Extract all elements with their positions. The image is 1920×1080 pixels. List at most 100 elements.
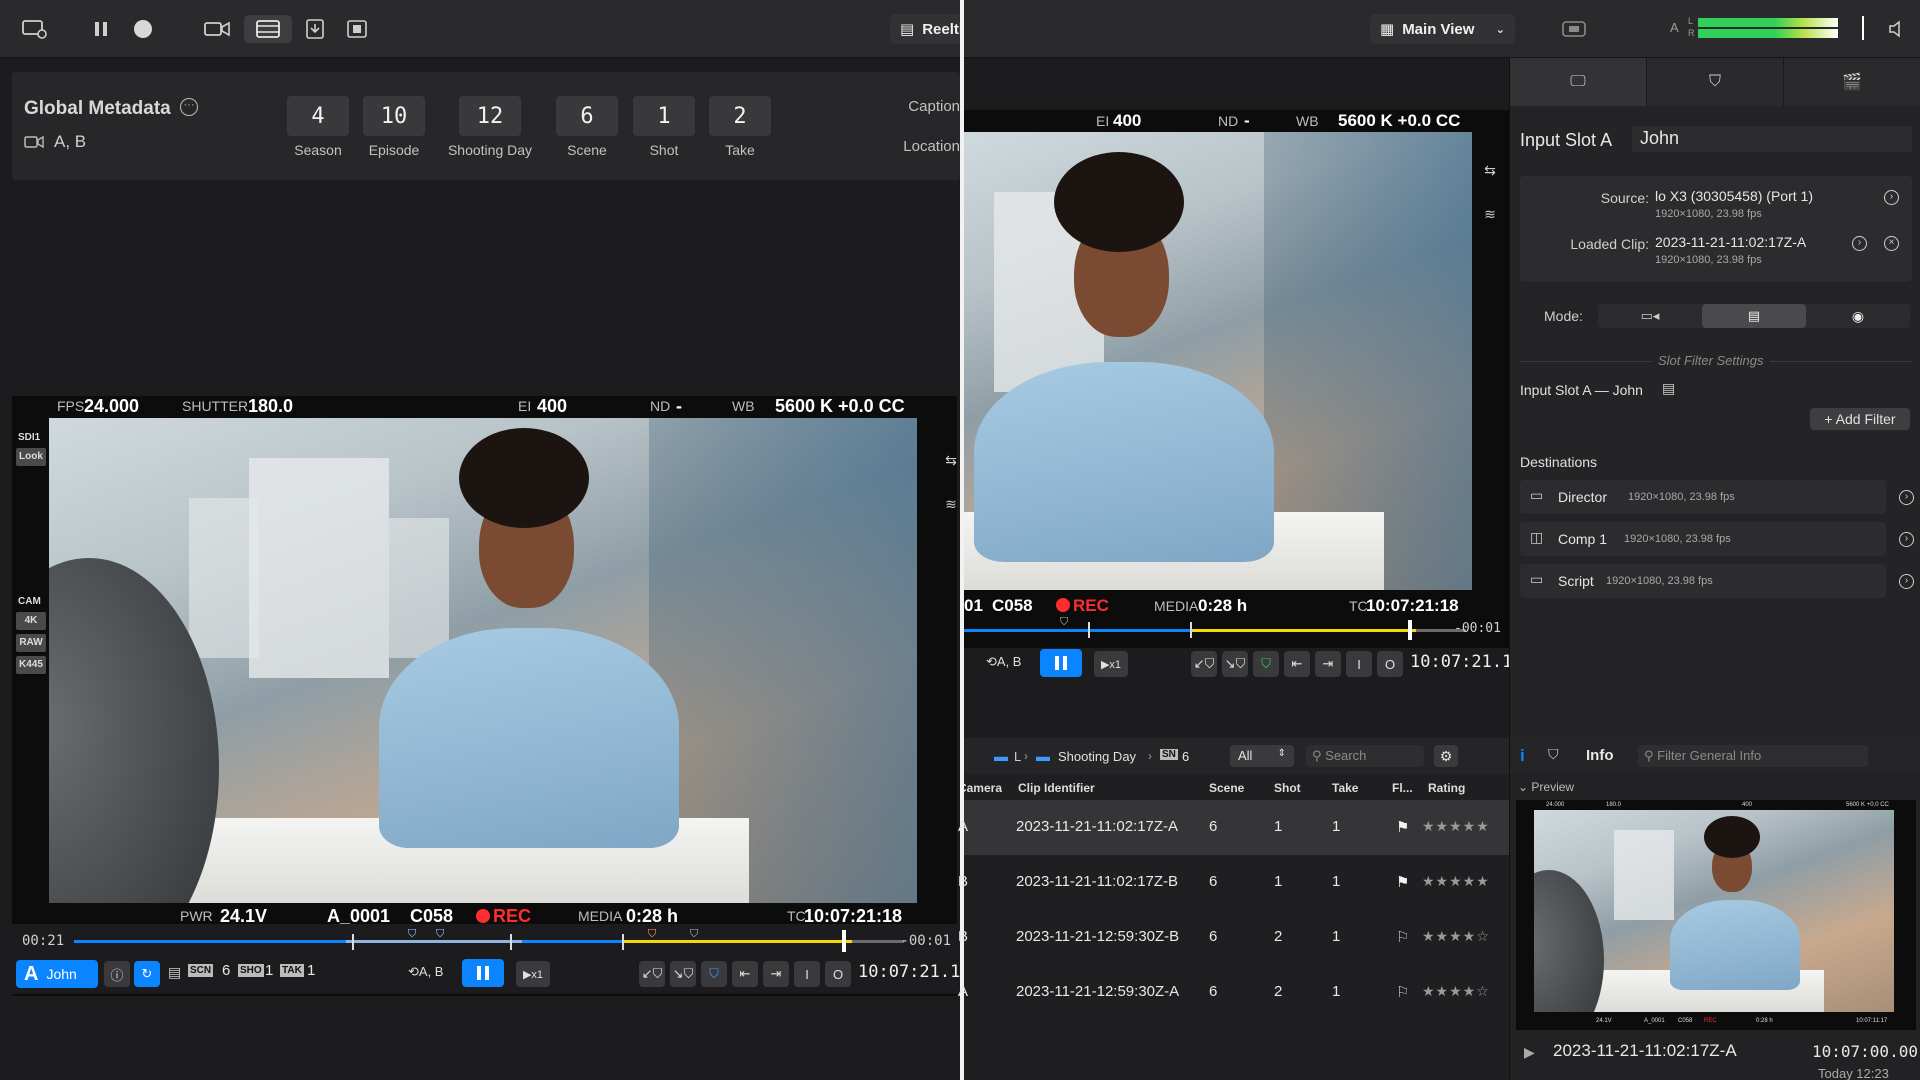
preview-disclosure[interactable]: ⌄ Preview [1518,780,1574,794]
marker-icon[interactable]: ⛉ [648,928,656,941]
info-icon[interactable]: ⓘ [104,961,130,987]
clip-icon[interactable] [344,15,370,43]
monitor-icon[interactable] [1560,15,1588,43]
loop-icon[interactable]: ↻ [134,961,160,987]
go-to-in-icon[interactable]: ⇤ [732,961,758,987]
rating-stars[interactable]: ★★★★☆ [1422,928,1490,945]
add-marker-out-icon[interactable]: ↘⛉ [670,961,696,987]
filter-dropdown[interactable]: All ⇕ [1230,745,1294,767]
speed-button[interactable]: ▶x1 [1094,651,1128,677]
col-shot[interactable]: Shot [1274,781,1301,795]
pause-button[interactable] [1040,649,1082,677]
go-to-out-icon[interactable]: ⇥ [763,961,789,987]
camera-sync[interactable]: ⟲A, B [986,654,1021,670]
shooting-day-field[interactable]: 12 [459,96,521,136]
speaker-icon[interactable] [1884,15,1908,43]
destination-row[interactable]: ◫ Comp 1 1920×1080, 23.98 fps [1520,522,1886,556]
mode-eye-icon[interactable]: ◉ [1806,304,1910,328]
add-marker-in-icon[interactable]: ↙⛉ [639,961,665,987]
view-selector[interactable]: ▦ Main View ⌄ [1370,14,1515,44]
col-take[interactable]: Take [1332,781,1358,795]
set-in-button[interactable]: I [1346,651,1372,677]
breadcrumb-folder[interactable]: Shooting Day [1058,749,1136,764]
breadcrumb-root[interactable]: L [1014,749,1021,764]
col-camera[interactable]: Camera [964,781,1002,795]
loaded-clip-go-icon[interactable]: › [1852,236,1867,251]
col-rating[interactable]: Rating [1428,781,1465,795]
tab-slot[interactable]: 🖵 [1510,58,1647,106]
slot-button[interactable]: A John [16,960,98,988]
flag-icon[interactable]: ⚑ [1396,818,1409,836]
pause-button[interactable] [462,959,504,987]
marker-icon[interactable]: ⛉ [1548,746,1559,763]
marker-icon[interactable]: ⛉ [1253,651,1279,677]
mode-camera-icon[interactable]: ▭◂ [1598,304,1702,328]
screens-icon[interactable] [20,15,50,43]
scene-field[interactable]: 6 [556,96,618,136]
more-options-icon[interactable]: ··· [180,98,198,116]
col-scene[interactable]: Scene [1209,781,1244,795]
destination-row[interactable]: ▭ Director 1920×1080, 23.98 fps [1520,480,1886,514]
video-frame[interactable] [964,132,1472,590]
shot-field[interactable]: 1 [633,96,695,136]
connect-icon[interactable]: ⇆ [1476,162,1504,184]
flag-icon[interactable]: ⚑ [1396,873,1409,891]
marker-icon[interactable]: ⛉ [690,928,698,941]
season-field[interactable]: 4 [287,96,349,136]
video-frame[interactable] [49,418,917,903]
episode-field[interactable]: 10 [363,96,425,136]
mode-film-icon[interactable]: ▤ [1702,304,1806,328]
play-clip-icon[interactable]: ▶ [1524,1044,1535,1061]
take-field[interactable]: 2 [709,96,771,136]
rating-stars[interactable]: ★★★★★ [1422,818,1490,835]
go-to-in-icon[interactable]: ⇤ [1284,651,1310,677]
flag-icon[interactable]: ⚐ [1396,983,1409,1001]
preview-thumbnail[interactable]: 24.000 180.0 400 5600 K +0.0 CC 24.1V A_… [1516,800,1916,1030]
pause-icon[interactable] [88,15,114,43]
source-go-icon[interactable]: › [1884,190,1899,205]
playhead[interactable] [842,930,847,952]
info-filter-input[interactable]: ⚲ Filter General Info [1638,745,1868,767]
set-in-button[interactable]: I [794,961,820,987]
flag-icon[interactable]: ⚐ [1396,928,1409,946]
col-flag[interactable]: Fl... [1392,781,1413,795]
tab-markers[interactable]: ⛉ [1647,58,1784,106]
destination-go-icon[interactable]: › [1899,490,1914,505]
set-out-button[interactable]: O [825,961,851,987]
add-marker-in-icon[interactable]: ↙⛉ [1191,651,1217,677]
breadcrumb-scene[interactable]: 6 [1182,749,1189,764]
marker-icon[interactable]: ⛉ [1060,616,1068,629]
destination-go-icon[interactable]: › [1899,574,1914,589]
set-out-button[interactable]: O [1377,651,1403,677]
slot-name-input[interactable]: John [1632,126,1912,152]
clip-search-input[interactable]: ⚲ Search [1306,745,1424,767]
table-row[interactable]: A 2023-11-21-11:02:17Z-A 6 1 1 ⚑ ★★★★★ [958,800,1509,855]
camera-sync[interactable]: ⟲A, B [408,964,443,980]
marker-icon[interactable]: ⛉ [408,928,416,941]
info-clip-date: Today 12:23 [1818,1066,1889,1080]
playhead[interactable] [1407,620,1412,640]
destination-row[interactable]: ▭ Script 1920×1080, 23.98 fps [1520,564,1886,598]
camera-icon[interactable] [202,15,232,43]
info-icon[interactable]: i [1520,746,1525,766]
settings-gear-icon[interactable]: ⚙ [1434,745,1458,767]
rating-stars[interactable]: ★★★★☆ [1422,983,1490,1000]
col-clip-id[interactable]: Clip Identifier [1018,781,1095,795]
rating-stars[interactable]: ★★★★★ [1422,873,1490,890]
go-to-out-icon[interactable]: ⇥ [1315,651,1341,677]
tab-clapper[interactable]: 🎬 [1784,58,1920,106]
destination-go-icon[interactable]: › [1899,532,1914,547]
table-row[interactable]: A 2023-11-21-12:59:30Z-A 6 2 1 ⚐ ★★★★☆ [958,965,1509,1020]
marker-icon[interactable]: ⛉ [436,928,444,941]
speed-button[interactable]: ▶x1 [516,961,550,987]
wifi-icon[interactable]: ≋ [1476,206,1504,228]
film-icon[interactable] [244,15,292,43]
record-icon[interactable] [130,15,156,43]
eject-icon[interactable]: × [1884,236,1899,251]
export-icon[interactable] [302,15,328,43]
table-row[interactable]: B 2023-11-21-12:59:30Z-B 6 2 1 ⚐ ★★★★☆ [958,910,1509,965]
add-marker-out-icon[interactable]: ↘⛉ [1222,651,1248,677]
add-filter-button[interactable]: + Add Filter [1810,408,1910,430]
marker-icon[interactable]: ⛉ [701,961,727,987]
table-row[interactable]: B 2023-11-21-11:02:17Z-B 6 1 1 ⚑ ★★★★★ [958,855,1509,910]
